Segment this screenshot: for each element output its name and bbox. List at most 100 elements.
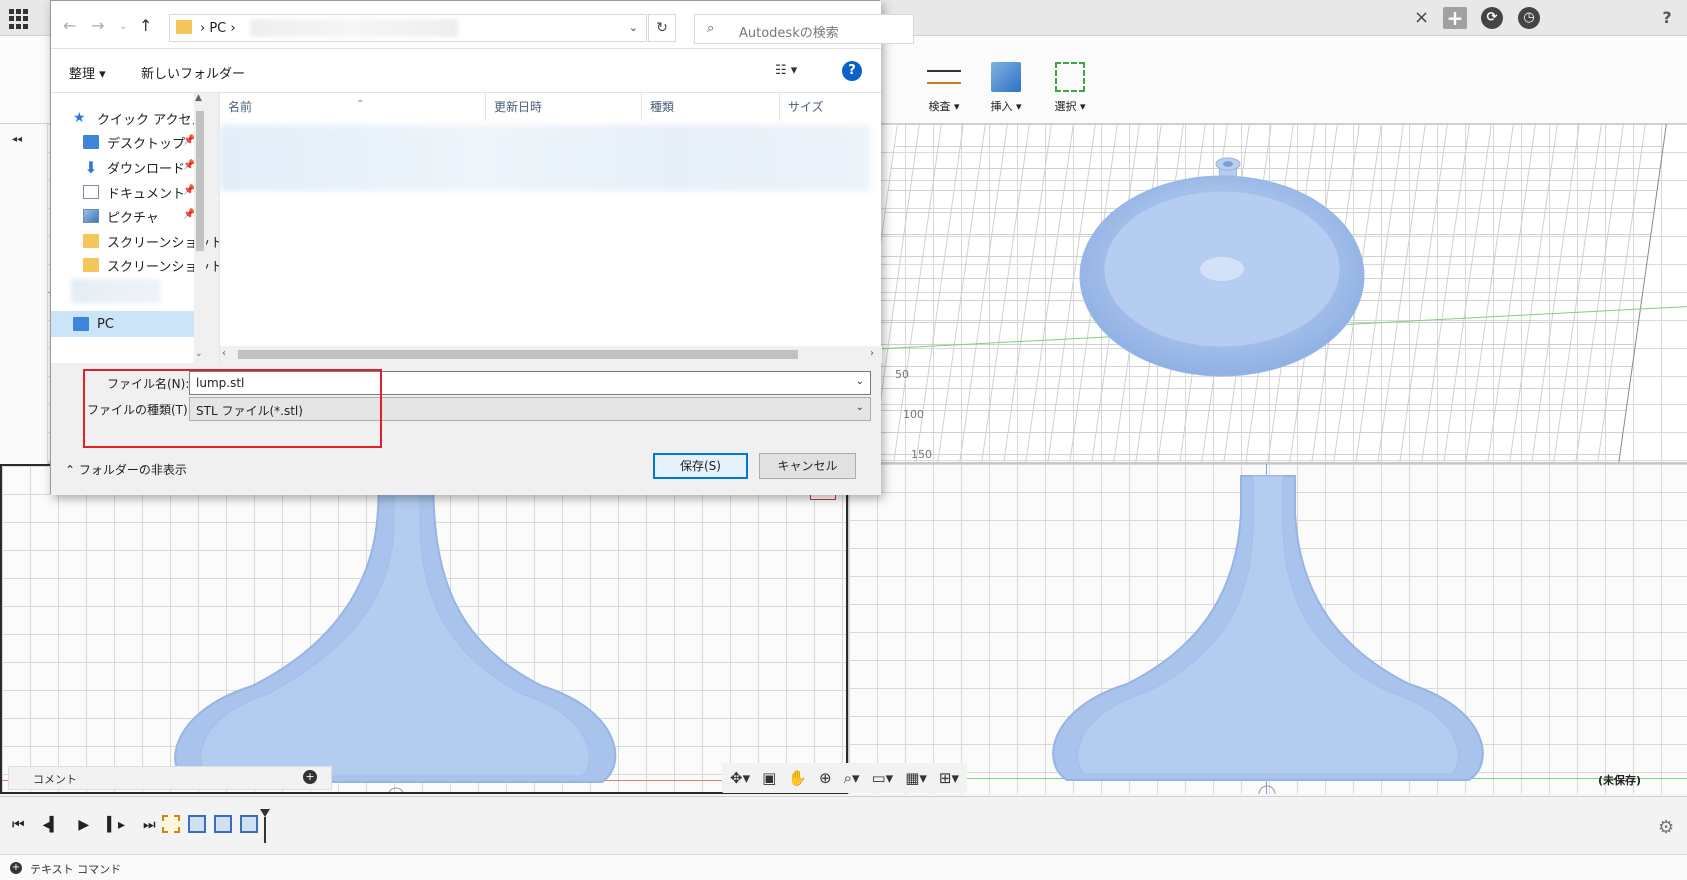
hide-folders-toggle[interactable]: ⌃ フォルダーの非表示 — [65, 461, 187, 478]
text-commands-bar[interactable]: + テキスト コマンド — [0, 854, 1687, 880]
save-as-dialog: ← → ⌄ ↑ › PC › ⌄ ↻ ⌕ Autodeskの検索 整理 ▾ 新し… — [50, 0, 914, 495]
step-forward-icon[interactable]: ▍▸ — [107, 817, 125, 833]
save-form: ファイル名(N): lump.stl ⌄ ファイルの種類(T): STL ファイ… — [51, 363, 881, 495]
timeline-features — [162, 815, 258, 833]
go-to-end-icon[interactable]: ⏭ — [143, 817, 156, 833]
forward-arrow-icon[interactable]: → — [91, 16, 104, 35]
insert-image-icon — [991, 62, 1021, 92]
cancel-button[interactable]: キャンセル — [759, 453, 856, 479]
viewports-icon[interactable]: ⊞▾ — [939, 769, 959, 787]
address-bar[interactable]: › PC › ⌄ — [169, 14, 647, 42]
timeline-settings-gear-icon[interactable]: ⚙ — [1658, 817, 1674, 838]
view-options-icon[interactable]: ☷ ▾ — [775, 63, 797, 78]
comments-label: コメント — [33, 773, 77, 786]
filename-dropdown-icon[interactable]: ⌄ — [856, 376, 864, 387]
desktop-icon — [83, 135, 99, 149]
save-button[interactable]: 保存(S) — [653, 453, 748, 479]
nav-quick-access[interactable]: ★ クイック アクセス — [73, 107, 204, 129]
column-name[interactable]: 名前 ⌃ — [220, 93, 486, 121]
insert-label: 挿入 ▾ — [990, 100, 1022, 113]
select-label: 選択 ▾ — [1054, 100, 1086, 113]
zoom-icon[interactable]: ⊕ — [819, 769, 832, 787]
help-icon[interactable]: ? — [1656, 7, 1678, 29]
add-comment-icon[interactable]: + — [303, 770, 317, 784]
insert-group[interactable]: 挿入 ▾ — [976, 62, 1036, 114]
look-at-icon[interactable]: ▣ — [762, 769, 776, 787]
address-dropdown-icon[interactable]: ⌄ — [629, 21, 638, 34]
grid-settings-icon[interactable]: ▦▾ — [905, 769, 927, 787]
navigation-toolbar: ✥▾ ▣ ✋ ⊕ ⌕▾ ▭▾ ▦▾ ⊞▾ — [722, 763, 968, 793]
column-size[interactable]: サイズ — [780, 93, 840, 121]
file-list-redacted — [220, 125, 870, 191]
navigation-pane: ★ クイック アクセス デスクトップ 📌 ⬇ ダウンロード 📌 ドキュメント 📌… — [51, 93, 223, 363]
viewport-front-left[interactable]: 前面 — [0, 464, 848, 794]
inspect-group[interactable]: 検査 ▾ — [914, 62, 974, 114]
sketch-feature-icon[interactable] — [162, 815, 180, 833]
search-box[interactable]: ⌕ Autodeskの検索 — [694, 14, 914, 44]
scroll-right-icon[interactable]: › — [870, 348, 874, 359]
select-window-icon — [1055, 62, 1085, 92]
shell-feature-icon[interactable] — [214, 815, 232, 833]
help-icon[interactable]: ? — [842, 61, 862, 81]
address-row: ← → ⌄ ↑ › PC › ⌄ ↻ ⌕ Autodeskの検索 — [51, 1, 914, 49]
refresh-button[interactable]: ↻ — [648, 14, 676, 42]
folder-icon — [83, 234, 99, 248]
text-commands-label: テキスト コマンド — [30, 863, 122, 876]
file-list-hscrollbar[interactable]: ‹ › — [220, 346, 882, 363]
nav-scrollbar[interactable]: ▲ ⌄ — [194, 93, 206, 363]
collapse-browser-icon[interactable]: ◂◂ — [12, 134, 22, 145]
close-tab-icon[interactable]: × — [1414, 7, 1429, 28]
fusion-window: × + ⟳ ◷ ? 検査 ▾ 挿入 ▾ 選択 ▾ 50 100 150 ◂◂ コ… — [0, 0, 1687, 880]
lamp-model-front-left[interactable] — [2, 466, 848, 794]
comments-bar[interactable]: コメント + — [8, 766, 332, 790]
up-arrow-icon[interactable]: ↑ — [139, 16, 152, 35]
expand-text-commands-icon[interactable]: + — [10, 862, 22, 874]
orbit-icon[interactable]: ✥▾ — [730, 769, 750, 787]
document-icon — [83, 185, 99, 199]
column-type[interactable]: 種類 — [642, 93, 780, 121]
recent-dropdown-icon[interactable]: ⌄ — [119, 21, 127, 32]
nav-pc[interactable]: PC — [73, 313, 114, 335]
filetype-dropdown-icon[interactable]: ⌄ — [856, 402, 864, 413]
file-list-pane: 名前 ⌃ 更新日時 種類 サイズ ‹ › — [219, 93, 882, 363]
new-folder-button[interactable]: 新しいフォルダー — [141, 63, 245, 82]
sort-ascending-icon: ⌃ — [356, 99, 365, 110]
nav-desktop[interactable]: デスクトップ 📌 — [83, 131, 195, 153]
fit-icon[interactable]: ⌕▾ — [844, 769, 860, 787]
command-row: 整理 ▾ 新しいフォルダー ☷ ▾ ? — [51, 49, 881, 93]
nav-documents[interactable]: ドキュメント 📌 — [83, 181, 195, 203]
display-settings-icon[interactable]: ▭▾ — [872, 769, 894, 787]
viewport-front-right[interactable] — [848, 464, 1687, 794]
scroll-up-icon[interactable]: ▲ — [195, 93, 202, 103]
revolve-feature-icon[interactable] — [188, 815, 206, 833]
search-placeholder: Autodeskの検索 — [739, 26, 839, 41]
lamp-model-perspective[interactable] — [849, 124, 1687, 464]
chevron-up-icon: ⌃ — [65, 463, 79, 477]
pan-hand-icon[interactable]: ✋ — [788, 769, 807, 787]
address-redacted — [250, 19, 458, 37]
timeline-marker[interactable] — [260, 809, 270, 843]
folder-icon — [83, 258, 99, 272]
new-tab-plus-icon[interactable]: + — [1443, 7, 1467, 29]
viewport-perspective[interactable]: 50 100 150 — [848, 124, 1687, 464]
nav-downloads[interactable]: ⬇ ダウンロード 📌 — [83, 156, 195, 178]
back-arrow-icon[interactable]: ← — [63, 16, 76, 35]
go-to-start-icon[interactable]: ⏮ — [12, 817, 25, 833]
browser-panel: ◂◂ — [0, 124, 48, 464]
job-status-clock-icon[interactable]: ◷ — [1518, 7, 1540, 29]
column-modified[interactable]: 更新日時 — [486, 93, 642, 121]
app-grid-icon[interactable] — [9, 9, 29, 29]
scroll-down-icon[interactable]: ⌄ — [195, 349, 203, 359]
nav-pictures[interactable]: ピクチャ 📌 — [83, 205, 195, 227]
body-feature-icon[interactable] — [240, 815, 258, 833]
step-back-icon[interactable]: ◂▍ — [43, 817, 61, 833]
organize-button[interactable]: 整理 ▾ — [69, 63, 106, 82]
pc-icon — [73, 317, 89, 331]
lamp-model-front-right[interactable] — [849, 464, 1687, 794]
play-icon[interactable]: ▶ — [78, 817, 89, 833]
select-group[interactable]: 選択 ▾ — [1040, 62, 1100, 114]
timeline-controls: ⏮ ◂▍ ▶ ▍▸ ⏭ — [12, 817, 156, 833]
scroll-left-icon[interactable]: ‹ — [222, 348, 226, 359]
unsaved-status: (未保存) — [1598, 774, 1642, 787]
extensions-icon[interactable]: ⟳ — [1481, 7, 1503, 29]
